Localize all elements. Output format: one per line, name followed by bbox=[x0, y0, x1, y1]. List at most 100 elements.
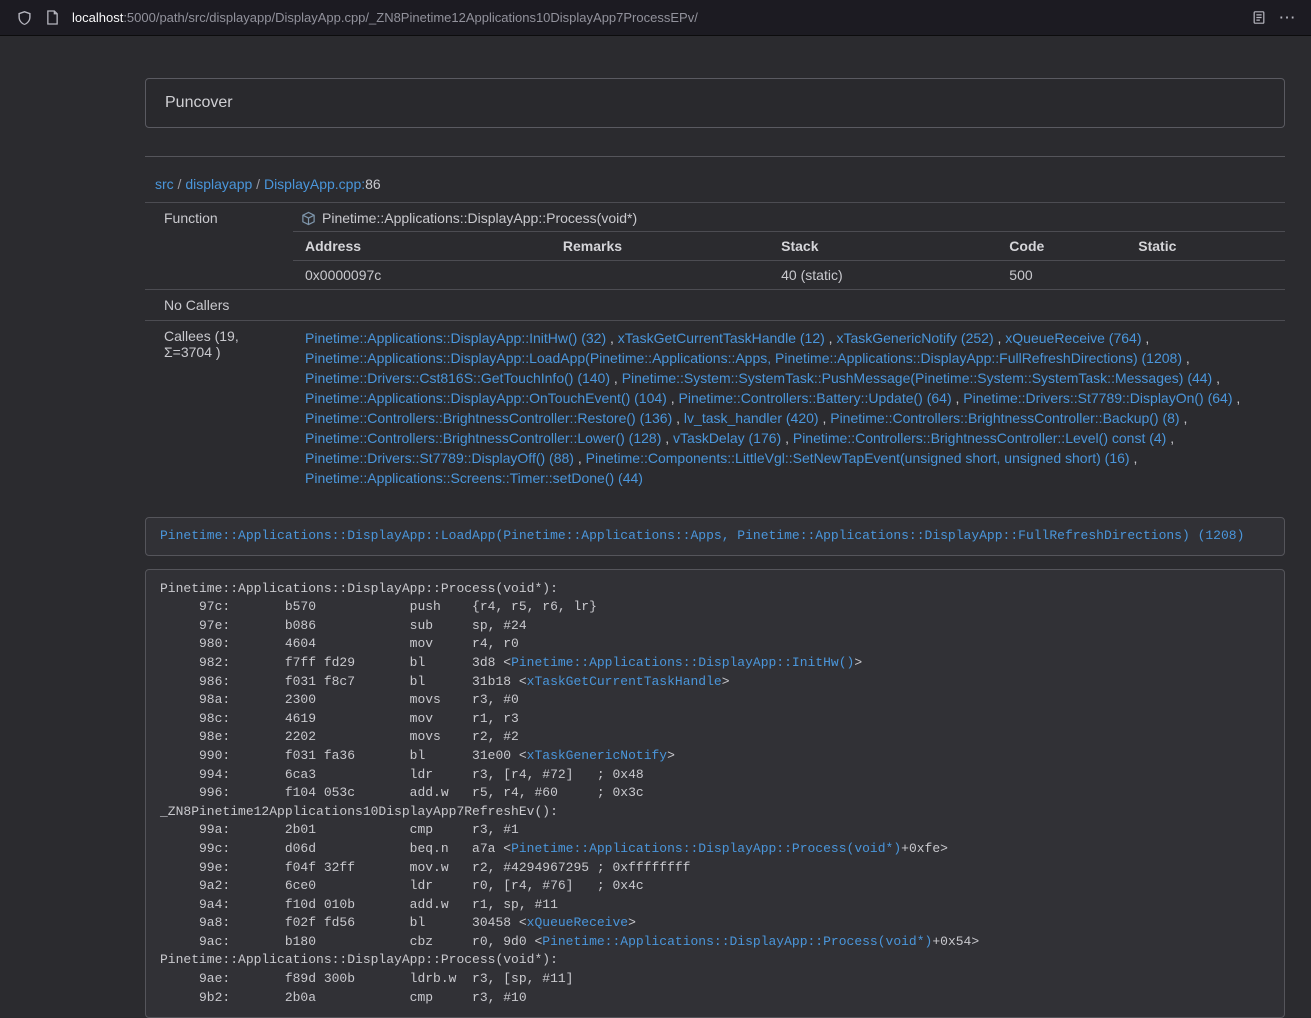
function-label: Function bbox=[145, 203, 293, 290]
signature-box: Pinetime::Applications::DisplayApp::Load… bbox=[145, 517, 1285, 556]
reader-mode-icon[interactable] bbox=[1245, 4, 1273, 32]
stats-header-row: Address Remarks Stack Code Static bbox=[293, 232, 1285, 261]
function-row: Function Pinetime::Applications::Display… bbox=[145, 203, 1285, 290]
asm-line: 982: f7ff fd29 bl 3d8 <Pinetime::Applica… bbox=[160, 655, 862, 670]
cell-address: 0x0000097c bbox=[293, 261, 551, 290]
signature-link[interactable]: Pinetime::Applications::DisplayApp::Load… bbox=[160, 528, 1244, 543]
asm-line: 9ae: f89d 300b ldrb.w r3, [sp, #11] bbox=[160, 971, 573, 986]
no-callers-row: No Callers bbox=[145, 290, 1285, 321]
callee-separator: , bbox=[952, 390, 964, 406]
callee-link[interactable]: xQueueReceive (764) bbox=[1005, 330, 1141, 346]
asm-symbol-link[interactable]: Pinetime::Applications::DisplayApp::Proc… bbox=[542, 934, 932, 949]
asm-line: 98a: 2300 movs r3, #0 bbox=[160, 692, 519, 707]
breadcrumb-link[interactable]: src bbox=[155, 176, 174, 192]
brand-link[interactable]: Puncover bbox=[165, 94, 233, 111]
callee-separator: , bbox=[1166, 430, 1174, 446]
asm-line: 9a2: 6ce0 ldr r0, [r4, #76] ; 0x4c bbox=[160, 878, 644, 893]
breadcrumb: src / displayapp / DisplayApp.cpp:86 bbox=[145, 157, 1285, 202]
breadcrumb-links: src / displayapp / DisplayApp.cpp: bbox=[155, 176, 365, 192]
callee-link[interactable]: Pinetime::Controllers::Battery::Update()… bbox=[679, 390, 952, 406]
no-callers-label: No Callers bbox=[145, 290, 293, 321]
asm-line: 996: f104 053c add.w r5, r4, #60 ; 0x3c bbox=[160, 785, 644, 800]
callee-separator: , bbox=[1182, 350, 1190, 366]
page-identity-icon[interactable] bbox=[38, 4, 66, 32]
callee-link[interactable]: Pinetime::Controllers::BrightnessControl… bbox=[305, 430, 661, 446]
asm-line: 9a8: f02f fd56 bl 30458 <xQueueReceive> bbox=[160, 915, 636, 930]
asm-symbol-link[interactable]: Pinetime::Applications::DisplayApp::Proc… bbox=[511, 841, 901, 856]
callee-link[interactable]: Pinetime::Controllers::BrightnessControl… bbox=[793, 430, 1166, 446]
stats-value-row: 0x0000097c 40 (static) 500 bbox=[293, 261, 1285, 290]
browser-toolbar: localhost:5000/path/src/displayapp/Displ… bbox=[0, 0, 1311, 36]
asm-line: Pinetime::Applications::DisplayApp::Proc… bbox=[160, 952, 558, 967]
url-text[interactable]: localhost:5000/path/src/displayapp/Displ… bbox=[72, 10, 698, 25]
app-header: Puncover bbox=[145, 78, 1285, 128]
asm-line: 98e: 2202 movs r2, #2 bbox=[160, 729, 519, 744]
breadcrumb-separator: / bbox=[252, 176, 264, 192]
function-icon bbox=[301, 211, 316, 226]
url-domain: localhost bbox=[72, 10, 123, 25]
callee-link[interactable]: xTaskGenericNotify (252) bbox=[836, 330, 993, 346]
asm-line: 98c: 4619 mov r1, r3 bbox=[160, 711, 519, 726]
asm-symbol-link[interactable]: xQueueReceive bbox=[527, 915, 628, 930]
callee-separator: , bbox=[1212, 370, 1220, 386]
asm-symbol-link[interactable]: xTaskGenericNotify bbox=[527, 748, 667, 763]
callee-link[interactable]: vTaskDelay (176) bbox=[673, 430, 781, 446]
breadcrumb-link[interactable]: DisplayApp.cpp: bbox=[264, 176, 365, 192]
cell-static bbox=[1126, 261, 1285, 290]
col-code: Code bbox=[997, 232, 1126, 261]
callee-separator: , bbox=[667, 390, 679, 406]
function-table: Function Pinetime::Applications::Display… bbox=[145, 202, 1285, 495]
col-stack: Stack bbox=[769, 232, 997, 261]
callee-separator: , bbox=[994, 330, 1006, 346]
callee-separator: , bbox=[661, 430, 673, 446]
callee-link[interactable]: Pinetime::Components::LittleVgl::SetNewT… bbox=[586, 450, 1130, 466]
callee-link[interactable]: Pinetime::Applications::DisplayApp::Init… bbox=[305, 330, 606, 346]
function-name: Pinetime::Applications::DisplayApp::Proc… bbox=[322, 210, 637, 226]
callee-link[interactable]: Pinetime::Drivers::St7789::DisplayOn() (… bbox=[963, 390, 1232, 406]
callee-separator: , bbox=[1141, 330, 1149, 346]
callee-link[interactable]: Pinetime::Drivers::St7789::DisplayOff() … bbox=[305, 450, 574, 466]
function-cell: Pinetime::Applications::DisplayApp::Proc… bbox=[293, 203, 1285, 290]
breadcrumb-link[interactable]: displayapp bbox=[185, 176, 252, 192]
callee-link[interactable]: Pinetime::Applications::Screens::Timer::… bbox=[305, 470, 643, 486]
breadcrumb-separator: / bbox=[174, 176, 186, 192]
col-remarks: Remarks bbox=[551, 232, 769, 261]
cell-stack: 40 (static) bbox=[769, 261, 997, 290]
no-callers-empty-cell bbox=[293, 290, 1285, 321]
callee-link[interactable]: Pinetime::Applications::DisplayApp::Load… bbox=[305, 350, 1182, 366]
asm-line: 97e: b086 sub sp, #24 bbox=[160, 618, 527, 633]
asm-line: 99a: 2b01 cmp r3, #1 bbox=[160, 822, 519, 837]
asm-line: 980: 4604 mov r4, r0 bbox=[160, 636, 519, 651]
asm-symbol-link[interactable]: Pinetime::Applications::DisplayApp::Init… bbox=[511, 655, 854, 670]
callee-link[interactable]: Pinetime::System::SystemTask::PushMessag… bbox=[622, 370, 1213, 386]
shield-icon[interactable] bbox=[10, 4, 38, 32]
callee-link[interactable]: Pinetime::Applications::DisplayApp::OnTo… bbox=[305, 390, 667, 406]
col-address: Address bbox=[293, 232, 551, 261]
asm-line: 994: 6ca3 ldr r3, [r4, #72] ; 0x48 bbox=[160, 767, 644, 782]
callee-separator: , bbox=[1233, 390, 1241, 406]
callee-separator: , bbox=[574, 450, 586, 466]
asm-line: 99c: d06d beq.n a7a <Pinetime::Applicati… bbox=[160, 841, 948, 856]
page-actions-menu-icon[interactable]: ⋯ bbox=[1273, 4, 1301, 32]
callee-link[interactable]: xTaskGetCurrentTaskHandle (12) bbox=[618, 330, 825, 346]
callees-label: Callees (19, Σ=3704 ) bbox=[145, 321, 293, 496]
asm-line: Pinetime::Applications::DisplayApp::Proc… bbox=[160, 581, 558, 596]
function-stats-table: Address Remarks Stack Code Static 0x0000… bbox=[293, 231, 1285, 289]
callee-separator: , bbox=[825, 330, 837, 346]
asm-line: 9a4: f10d 010b add.w r1, sp, #11 bbox=[160, 897, 558, 912]
asm-line: 99e: f04f 32ff mov.w r2, #4294967295 ; 0… bbox=[160, 860, 691, 875]
callee-separator: , bbox=[606, 330, 618, 346]
callee-separator: , bbox=[1130, 450, 1138, 466]
function-head: Pinetime::Applications::DisplayApp::Proc… bbox=[293, 203, 1285, 231]
callee-link[interactable]: Pinetime::Controllers::BrightnessControl… bbox=[830, 410, 1179, 426]
callee-separator: , bbox=[672, 410, 684, 426]
callee-link[interactable]: Pinetime::Controllers::BrightnessControl… bbox=[305, 410, 672, 426]
callee-link[interactable]: lv_task_handler (420) bbox=[684, 410, 819, 426]
asm-symbol-link[interactable]: xTaskGetCurrentTaskHandle bbox=[527, 674, 722, 689]
callee-separator: , bbox=[781, 430, 793, 446]
callee-separator: , bbox=[819, 410, 831, 426]
url-path: :5000/path/src/displayapp/DisplayApp.cpp… bbox=[123, 10, 698, 25]
callee-link[interactable]: Pinetime::Drivers::Cst816S::GetTouchInfo… bbox=[305, 370, 610, 386]
asm-line: _ZN8Pinetime12Applications10DisplayApp7R… bbox=[160, 804, 558, 819]
page-container: Puncover src / displayapp / DisplayApp.c… bbox=[145, 78, 1285, 1018]
